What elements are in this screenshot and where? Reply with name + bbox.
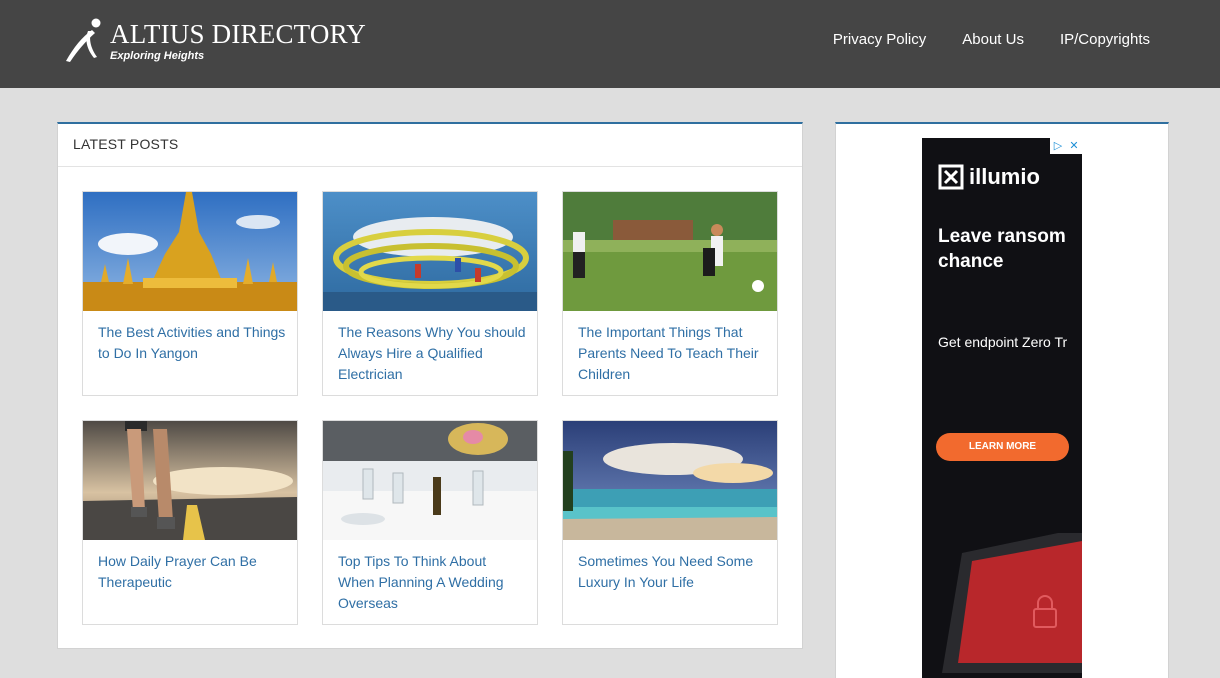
latest-posts-panel: LATEST POSTS The Best Activities and Thi… xyxy=(57,122,803,649)
post-card[interactable]: How Daily Prayer Can Be Therapeutic xyxy=(82,420,298,625)
post-title-link[interactable]: The Best Activities and Things to Do In … xyxy=(98,322,286,364)
post-title-link[interactable]: The Reasons Why You should Always Hire a… xyxy=(338,322,526,385)
ad-info-icon[interactable]: ▷ xyxy=(1050,138,1066,154)
beach-sky-image[interactable] xyxy=(563,421,777,540)
ad-brand-name: illumio xyxy=(969,164,1040,189)
post-card[interactable]: The Best Activities and Things to Do In … xyxy=(82,191,298,396)
post-card[interactable]: Sometimes You Need Some Luxury In Your L… xyxy=(562,420,778,625)
site-header: ALTIUS DIRECTORY Exploring Heights Priva… xyxy=(0,0,1220,88)
learn-more-button[interactable]: LEARN MORE xyxy=(936,433,1069,461)
golden-pagoda-image[interactable] xyxy=(83,192,297,311)
nav-privacy-policy[interactable]: Privacy Policy xyxy=(833,31,926,48)
ad-subline: Get endpoint Zero Tr xyxy=(938,334,1068,350)
post-title-link[interactable]: Top Tips To Think About When Planning A … xyxy=(338,551,526,614)
site-logo[interactable]: ALTIUS DIRECTORY Exploring Heights xyxy=(64,17,366,67)
cable-figurines-image[interactable] xyxy=(323,192,537,311)
nav-about-us[interactable]: About Us xyxy=(962,31,1024,48)
ad-close-icon[interactable]: ✕ xyxy=(1066,138,1082,154)
main-nav: Privacy Policy About Us IP/Copyrights xyxy=(833,31,1150,48)
ad-headline-line: Leave ransom xyxy=(938,226,1066,247)
ad-headline: Leave ransom chance xyxy=(938,224,1066,274)
nav-ip-copyrights[interactable]: IP/Copyrights xyxy=(1060,31,1150,48)
laptop-lock-image xyxy=(942,533,1082,673)
logo-tagline: Exploring Heights xyxy=(110,50,205,62)
illumio-ad-banner[interactable]: ▷ ✕ illumio Leave ransom chance Get endp… xyxy=(922,138,1082,678)
post-card[interactable]: The Important Things That Parents Need T… xyxy=(562,191,778,396)
latest-posts-heading: LATEST POSTS xyxy=(58,124,802,167)
jumper-logo-icon xyxy=(66,18,101,62)
kids-soccer-image[interactable] xyxy=(563,192,777,311)
wedding-table-image[interactable] xyxy=(323,421,537,540)
post-card[interactable]: The Reasons Why You should Always Hire a… xyxy=(322,191,538,396)
ad-brand: illumio xyxy=(938,164,1040,190)
sidebar: ▷ ✕ illumio Leave ransom chance Get endp… xyxy=(835,122,1169,678)
ad-choices[interactable]: ▷ ✕ xyxy=(1050,138,1082,154)
post-title-link[interactable]: Sometimes You Need Some Luxury In Your L… xyxy=(578,551,766,593)
post-card[interactable]: Top Tips To Think About When Planning A … xyxy=(322,420,538,625)
post-title-link[interactable]: The Important Things That Parents Need T… xyxy=(578,322,766,385)
runner-road-image[interactable] xyxy=(83,421,297,540)
illumio-logo-icon xyxy=(938,164,964,190)
post-title-link[interactable]: How Daily Prayer Can Be Therapeutic xyxy=(98,551,286,593)
ad-headline-line: chance xyxy=(938,251,1004,272)
logo-title: ALTIUS DIRECTORY xyxy=(110,19,366,49)
